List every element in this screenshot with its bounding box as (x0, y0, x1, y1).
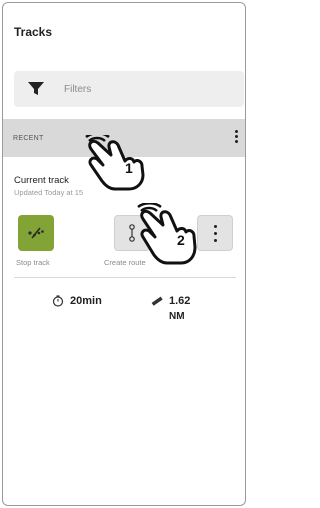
divider (14, 277, 236, 278)
duration-value: 20min (70, 295, 102, 307)
stop-track-label: Stop track (16, 258, 50, 267)
filter-icon (28, 82, 44, 95)
distance-value: 1.62 (169, 295, 191, 307)
ruler-icon (151, 296, 163, 306)
stopwatch-icon (52, 295, 64, 307)
section-label: RECENT (13, 134, 44, 142)
distance-unit: NM (169, 311, 185, 322)
page-title: Tracks (14, 25, 53, 39)
track-updated-text: Updated Today at 15 (14, 188, 84, 197)
tap-hand-icon: 2 (137, 203, 197, 265)
filter-bar[interactable]: Filters (14, 71, 244, 107)
more-button[interactable] (197, 215, 233, 251)
section-menu-icon[interactable] (231, 128, 241, 148)
duration-stat: 20min (52, 295, 102, 307)
app-frame: Tracks Filters RECENT Current track Upda… (2, 2, 246, 506)
filter-label: Filters (64, 83, 92, 95)
tap-hand-icon: 1 (85, 135, 145, 191)
callout-number-2: 2 (177, 232, 185, 248)
callout-number-1: 1 (125, 160, 133, 176)
more-icon (213, 224, 217, 228)
track-name: Current track (14, 175, 69, 186)
stop-track-button[interactable] (18, 215, 54, 251)
stop-track-icon (28, 227, 44, 239)
distance-stat: 1.62 NM (151, 295, 190, 322)
